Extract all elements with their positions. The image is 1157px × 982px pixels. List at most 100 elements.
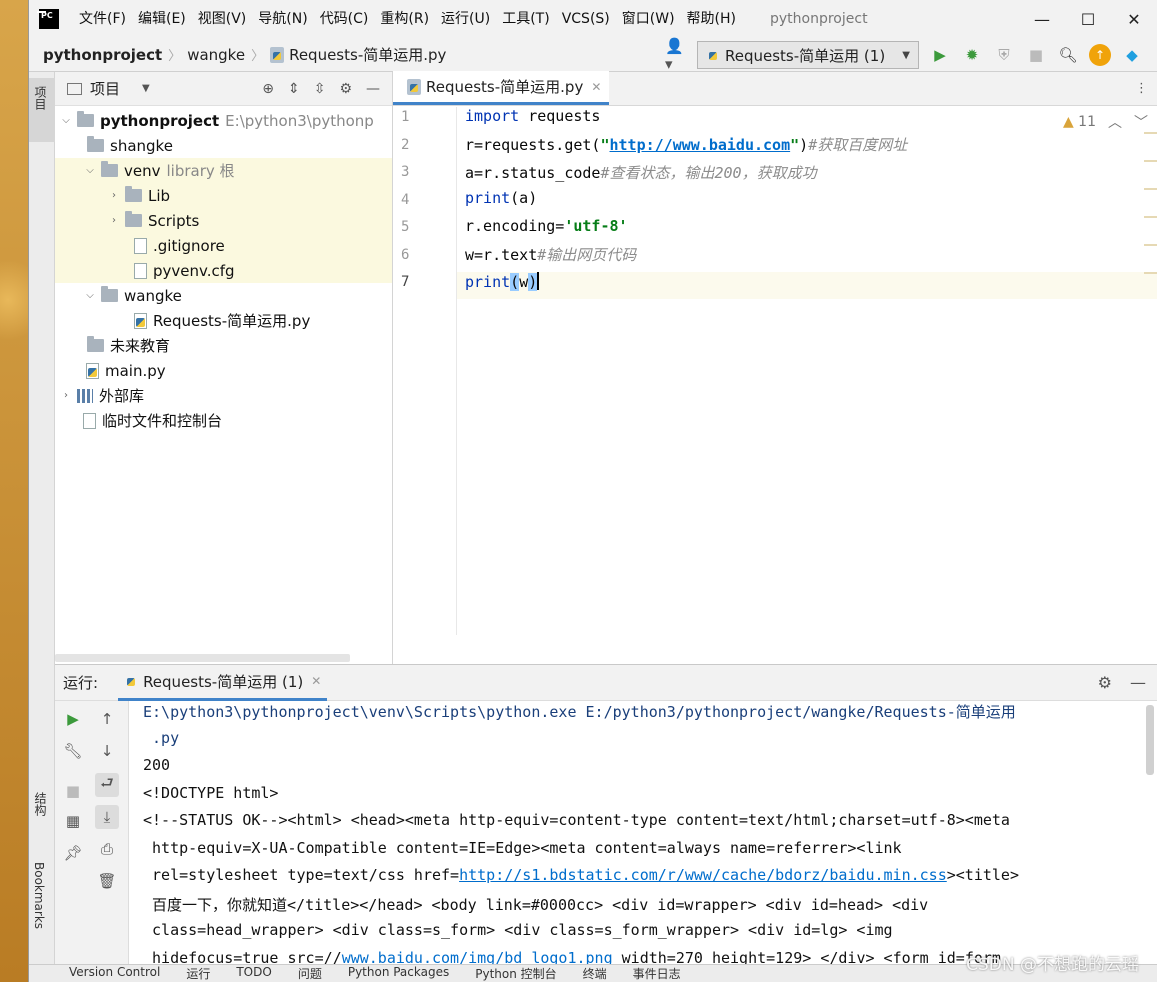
chevron-down-icon[interactable]: ⌵ <box>59 115 73 126</box>
warning-count: 11 <box>1078 114 1096 130</box>
bottom-tab-version-control[interactable]: Version Control <box>69 965 160 982</box>
close-icon[interactable]: ✕ <box>1111 0 1157 38</box>
print-icon[interactable]: ⎙ <box>95 837 119 861</box>
minimize-icon[interactable]: — <box>1019 0 1065 38</box>
run-icon[interactable]: ▶ <box>929 44 951 66</box>
vertical-scrollbar[interactable] <box>1146 705 1154 775</box>
tree-item-external-libraries[interactable]: › 外部库 <box>55 383 392 408</box>
chevron-right-icon[interactable]: › <box>107 190 121 201</box>
tree-item-pyvenv-cfg[interactable]: pyvenv.cfg <box>55 258 392 283</box>
project-tool-label: 项目 <box>33 86 47 110</box>
tree-item-main-py[interactable]: main.py <box>55 358 392 383</box>
folder-icon <box>125 186 142 202</box>
chevron-down-icon[interactable]: ⌵ <box>83 165 97 176</box>
menu-refactor[interactable]: 重构(R) <box>374 6 435 32</box>
update-icon[interactable]: ↑ <box>1089 44 1111 66</box>
search-icon[interactable]: 🔍︎ <box>1057 44 1079 66</box>
bottom-tab-problems[interactable]: 问题 <box>298 965 322 982</box>
menu-code[interactable]: 代码(C) <box>314 6 375 32</box>
expand-all-icon[interactable]: ⇕ <box>288 81 300 97</box>
maximize-icon[interactable]: ☐ <box>1065 0 1111 38</box>
tree-item-label: venv <box>124 161 161 180</box>
bookmarks-tool-label[interactable]: Bookmarks <box>32 862 46 929</box>
arrow-up-icon[interactable]: ↑ <box>95 707 119 731</box>
chevron-right-icon[interactable]: › <box>107 215 121 226</box>
chevron-down-icon[interactable]: ▼ <box>142 83 150 94</box>
debug-icon[interactable]: ✹ <box>961 44 983 66</box>
console-line: <!DOCTYPE html> <box>143 783 279 802</box>
bottom-tab-python-console[interactable]: Python 控制台 <box>475 965 556 982</box>
bottom-tab-run[interactable]: 运行 <box>186 965 210 982</box>
editor-tab-label: Requests-简单运用.py <box>426 78 584 96</box>
run-tab[interactable]: Requests-简单运用 (1) ✕ <box>118 665 328 701</box>
pin-icon[interactable]: 📌︎ <box>61 841 85 865</box>
breadcrumb-folder[interactable]: wangke <box>187 46 245 64</box>
rerun-icon[interactable]: ▶ <box>61 707 85 731</box>
arrow-down-icon[interactable]: ↓ <box>95 739 119 763</box>
menu-run[interactable]: 运行(U) <box>435 6 496 32</box>
menu-window[interactable]: 窗口(W) <box>616 6 681 32</box>
chevron-right-icon[interactable]: › <box>59 390 73 401</box>
tree-item-weilaijiaoyu[interactable]: 未来教育 <box>55 333 392 358</box>
tree-item-scratches[interactable]: 临时文件和控制台 <box>55 408 392 433</box>
menu-help[interactable]: 帮助(H) <box>681 6 742 32</box>
tree-item-shangke[interactable]: shangke <box>55 133 392 158</box>
gear-icon[interactable]: ⚙ <box>339 81 352 97</box>
editor-tab[interactable]: Requests-简单运用.py ✕ <box>393 71 610 105</box>
chevron-down-icon[interactable]: ⌵ <box>83 290 97 301</box>
tree-item-pythonproject[interactable]: ⌵ pythonproject E:\python3\pythonp <box>55 108 392 133</box>
chevron-down-icon[interactable]: ﹀ <box>1134 112 1148 132</box>
tree-item-scripts[interactable]: › Scripts <box>55 208 392 233</box>
hide-icon[interactable]: — <box>366 81 380 97</box>
tree-item-venv[interactable]: ⌵ venv library 根 <box>55 158 392 183</box>
structure-tool-label[interactable]: 结构 <box>32 792 49 816</box>
run-configuration-select[interactable]: Requests-简单运用 (1) ▼ <box>697 41 919 69</box>
menu-vcs[interactable]: VCS(S) <box>556 6 616 32</box>
more-options-icon[interactable]: ⋮ <box>1135 81 1148 96</box>
tree-item-lib[interactable]: › Lib <box>55 183 392 208</box>
menu-view[interactable]: 视图(V) <box>192 6 253 32</box>
project-tool-button[interactable]: 项目 <box>29 78 55 142</box>
stop-icon[interactable]: ■ <box>1025 44 1047 66</box>
bottom-tab-terminal[interactable]: 终端 <box>583 965 607 982</box>
console-output[interactable]: E:\python3\pythonproject\venv\Scripts\py… <box>143 701 1138 965</box>
chevron-up-icon[interactable]: ︿ <box>1108 112 1122 132</box>
coverage-icon[interactable]: ⛨ <box>993 44 1015 66</box>
console-link[interactable]: http://s1.bdstatic.com/r/www/cache/bdorz… <box>459 866 947 884</box>
folder-icon <box>125 211 142 227</box>
close-tab-icon[interactable]: ✕ <box>311 674 321 688</box>
code-url[interactable]: http://www.baidu.com <box>610 136 791 154</box>
collapse-all-icon[interactable]: ⇳ <box>314 81 326 97</box>
hide-icon[interactable]: — <box>1130 673 1146 692</box>
gear-icon[interactable]: ⚙ <box>1098 673 1112 692</box>
jetbrains-toolbox-icon[interactable]: ◆ <box>1121 44 1143 66</box>
close-tab-icon[interactable]: ✕ <box>591 80 601 94</box>
bottom-tab-python-packages[interactable]: Python Packages <box>348 965 449 982</box>
soft-wrap-icon[interactable]: ⮐ <box>95 773 119 797</box>
user-icon[interactable]: 👤▾ <box>665 37 687 73</box>
code-area[interactable]: import requests r=requests.get("http://w… <box>465 107 1157 635</box>
tree-item-wangke[interactable]: ⌵ wangke <box>55 283 392 308</box>
console-link[interactable]: www.baidu.com/img/bd_logo1.png <box>342 949 613 966</box>
bottom-tab-todo[interactable]: TODO <box>236 965 271 982</box>
tree-item-gitignore[interactable]: .gitignore <box>55 233 392 258</box>
inspection-widget[interactable]: ▲ 11 ︿ ﹀ <box>1063 112 1148 132</box>
menu-tools[interactable]: 工具(T) <box>496 6 555 32</box>
bottom-tab-event-log[interactable]: 事件日志 <box>633 965 681 982</box>
stop-icon[interactable]: ■ <box>61 779 85 803</box>
error-stripe[interactable] <box>1144 132 1157 300</box>
horizontal-scrollbar[interactable] <box>55 654 350 662</box>
tree-item-label: Scripts <box>148 211 200 230</box>
project-panel-title[interactable]: 项目 <box>90 78 120 99</box>
menu-edit[interactable]: 编辑(E) <box>132 6 192 32</box>
breadcrumb-file[interactable]: Requests-简单运用.py <box>289 44 446 65</box>
locate-icon[interactable]: ⊕ <box>262 81 274 97</box>
menu-navigate[interactable]: 导航(N) <box>252 6 313 32</box>
layout-icon[interactable]: ▦ <box>61 809 85 833</box>
trash-icon[interactable]: 🗑︎ <box>95 869 119 893</box>
wrench-icon[interactable]: 🔧︎ <box>61 739 85 763</box>
tree-item-requests-py[interactable]: Requests-简单运用.py <box>55 308 392 333</box>
menu-file[interactable]: 文件(F) <box>73 6 132 32</box>
scroll-to-end-icon[interactable]: ⤓ <box>95 805 119 829</box>
breadcrumb-project[interactable]: pythonproject <box>43 46 162 64</box>
